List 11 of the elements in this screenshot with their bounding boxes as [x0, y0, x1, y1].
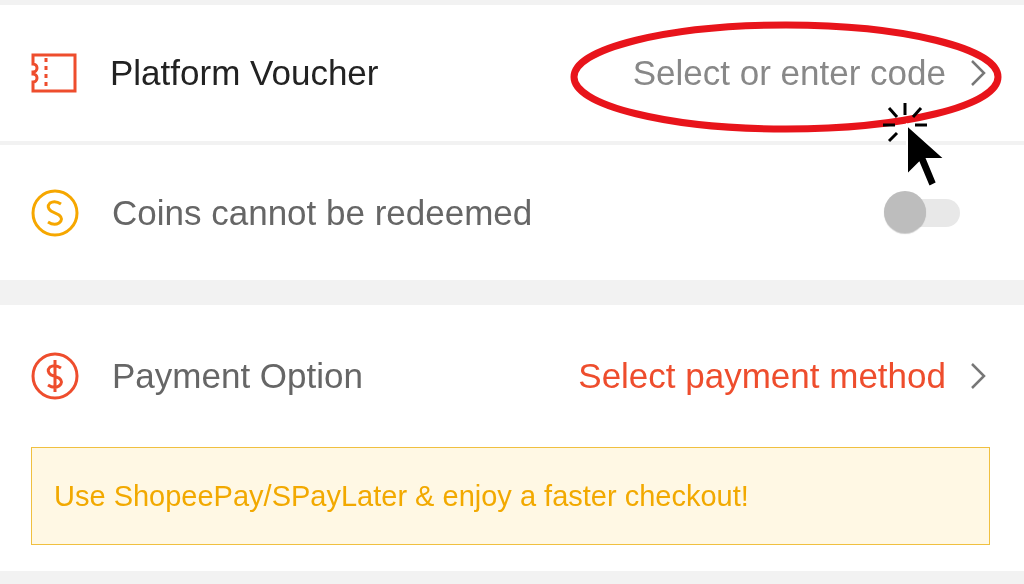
chevron-icon [970, 59, 986, 87]
row-label: Coins cannot be redeemed [112, 192, 533, 233]
voucher-code-link[interactable]: Select or enter code [632, 53, 946, 93]
promo-banner: Use ShopeePay/SPayLater & enjoy a faster checkout! [31, 447, 990, 545]
row-label: Platform Voucher [110, 53, 379, 93]
dollar-icon [30, 351, 80, 401]
chevron-icon [970, 362, 986, 390]
ticket-icon [30, 52, 78, 94]
payment-method-link[interactable]: Select payment method [578, 356, 946, 396]
row-label: Payment Option [112, 356, 363, 396]
coin-icon [30, 187, 80, 238]
